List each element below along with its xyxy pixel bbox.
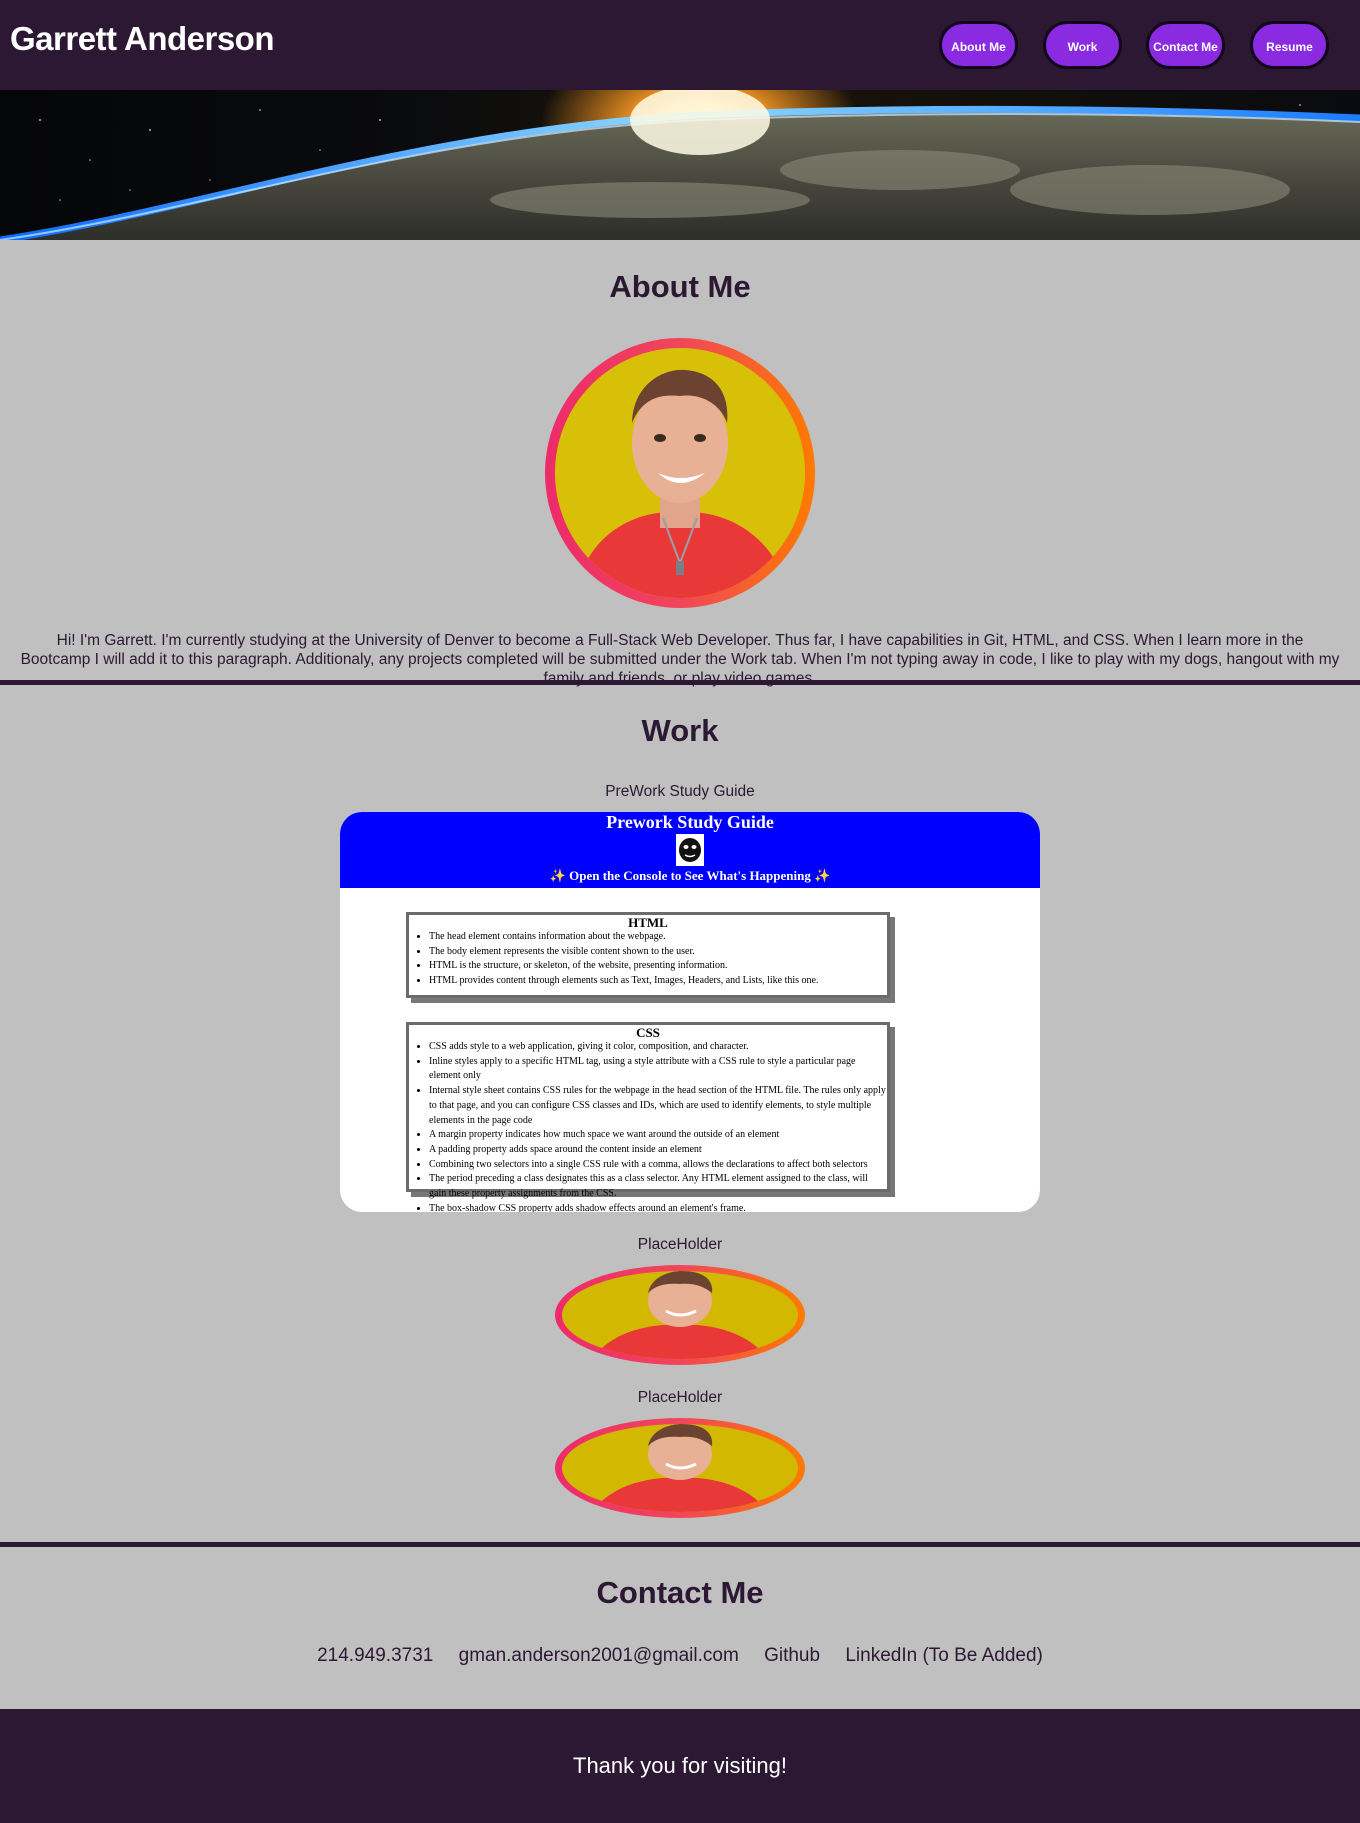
preview-header: Prework Study Guide ✨ Open the Console t… <box>340 812 1040 888</box>
preview-subtitle: ✨ Open the Console to See What's Happeni… <box>549 868 831 883</box>
section-divider <box>0 1542 1360 1547</box>
nav-contact-me-button[interactable]: Contact Me <box>1146 21 1225 69</box>
logo-icon <box>676 834 704 866</box>
placeholder-project-image[interactable] <box>555 1418 805 1518</box>
project-title: PlaceHolder <box>637 1236 723 1253</box>
prework-study-guide-project[interactable]: Prework Study Guide ✨ Open the Console t… <box>340 812 1040 1212</box>
list-item: Combining two selectors into a single CS… <box>429 1158 887 1173</box>
section-divider <box>0 680 1360 685</box>
css-notes-box: CSS CSS adds style to a web application,… <box>406 1022 890 1212</box>
html-notes-box: HTML The head element contains informati… <box>406 912 890 998</box>
email-link[interactable]: gman.anderson2001@gmail.com <box>459 1645 739 1666</box>
nav-resume-button[interactable]: Resume <box>1250 21 1329 69</box>
css-notes-heading: CSS <box>636 1025 660 1040</box>
preview-title: Prework Study Guide <box>606 812 774 832</box>
hero-banner-image <box>0 90 1360 240</box>
github-link[interactable]: Github <box>764 1645 820 1666</box>
list-item: The head element contains information ab… <box>429 930 887 945</box>
site-footer: Thank you for visiting! <box>0 1709 1360 1823</box>
profile-avatar <box>545 338 815 608</box>
list-item: HTML is the structure, or skeleton, of t… <box>429 959 887 974</box>
list-item: The box-shadow CSS property adds shadow … <box>429 1202 887 1212</box>
contact-heading: Contact Me <box>596 1575 764 1610</box>
nav-work-button[interactable]: Work <box>1043 21 1122 69</box>
work-heading: Work <box>641 713 719 748</box>
list-item: A margin property indicates how much spa… <box>429 1128 887 1143</box>
about-heading: About Me <box>609 269 751 304</box>
site-header: Garrett Anderson About Me Work Contact M… <box>0 0 1360 90</box>
footer-message: Thank you for visiting! <box>573 1753 787 1778</box>
html-notes-heading: HTML <box>628 915 668 930</box>
list-item: A padding property adds space around the… <box>429 1143 887 1158</box>
linkedin-link[interactable]: LinkedIn (To Be Added) <box>845 1645 1043 1666</box>
project-title: PreWork Study Guide <box>605 783 755 800</box>
main-nav: About Me Work Contact Me Resume <box>0 21 1360 69</box>
placeholder-project-image[interactable] <box>555 1265 805 1365</box>
list-item: The period preceding a class designates … <box>429 1172 887 1201</box>
list-item: CSS adds style to a web application, giv… <box>429 1040 887 1055</box>
nav-about-me-button[interactable]: About Me <box>939 21 1018 69</box>
project-title: PlaceHolder <box>637 1389 723 1406</box>
contact-links: 214.949.3731 gman.anderson2001@gmail.com… <box>0 1645 1360 1667</box>
list-item: Inline styles apply to a specific HTML t… <box>429 1055 887 1084</box>
list-item: Internal style sheet contains CSS rules … <box>429 1084 887 1128</box>
phone-link[interactable]: 214.949.3731 <box>317 1645 433 1666</box>
list-item: HTML provides content through elements s… <box>429 974 887 989</box>
list-item: The body element represents the visible … <box>429 945 887 960</box>
